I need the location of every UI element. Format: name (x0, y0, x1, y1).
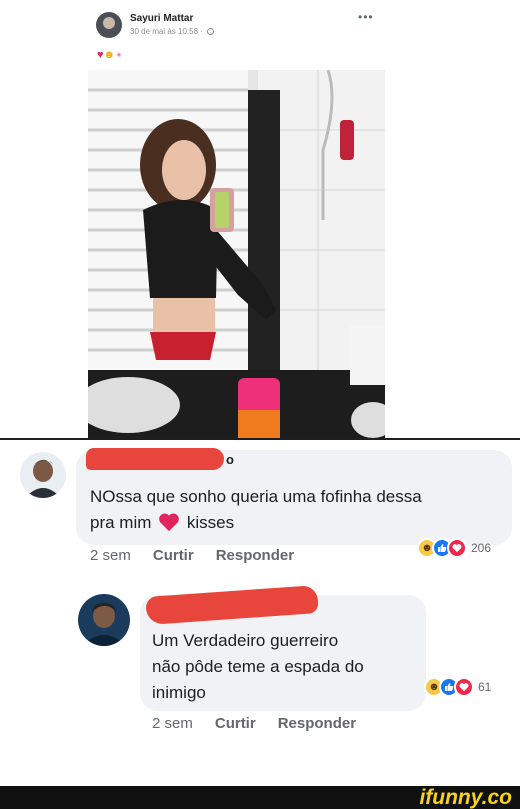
reply-time[interactable]: 2 sem (152, 715, 193, 732)
reply-text-line: inimigo (152, 683, 206, 702)
like-button[interactable]: Curtir (153, 547, 194, 564)
post-author-avatar[interactable] (96, 12, 122, 38)
post-photo[interactable] (88, 70, 385, 438)
more-options-icon[interactable]: ••• (358, 10, 374, 24)
divider (0, 438, 520, 440)
comment-reactions[interactable]: ☻ 206 (417, 537, 491, 559)
avatar-image (20, 452, 66, 498)
reply-reactions[interactable]: ☻ 61 (424, 676, 491, 698)
post-header: Sayuri Mattar 30 de mai às 10:58 · ••• (96, 10, 376, 40)
post-caption-emojis: ♥☻✦ (97, 48, 123, 62)
reply-button[interactable]: Responder (278, 715, 356, 732)
comment-avatar[interactable] (20, 452, 66, 498)
reply-button[interactable]: Responder (216, 547, 294, 564)
post-author-name[interactable]: Sayuri Mattar (130, 13, 193, 24)
reply-text-line: não pôde teme a espada do (152, 657, 364, 676)
footer-bar: ifunny.co (0, 786, 520, 809)
redacted-author-name (86, 448, 224, 470)
blush-emoji-icon: ☻ (103, 49, 116, 61)
sparkle-emoji-icon: ✦ (115, 50, 123, 60)
comment-text-line: NOssa que sonho queria uma fofinha dessa (90, 487, 422, 506)
page: Sayuri Mattar 30 de mai às 10:58 · ••• ♥… (0, 0, 520, 809)
reply-actions: 2 sem Curtir Responder (152, 715, 378, 732)
comment-actions: 2 sem Curtir Responder (90, 547, 316, 564)
reply-text: Um Verdadeiro guerreiro não pôde teme a … (152, 628, 422, 706)
comment-text-part: pra mim (90, 513, 152, 532)
ifunny-logo: ifunny.co (419, 786, 512, 809)
reply-avatar[interactable] (78, 594, 130, 646)
comment-text-part: kisses (182, 513, 235, 532)
post-timestamp[interactable]: 30 de mai às 10:58 · (130, 27, 215, 36)
post-photo-illustration (88, 70, 385, 438)
comment-author-suffix: o (226, 452, 234, 467)
reply-text-line: Um Verdadeiro guerreiro (152, 631, 339, 650)
reaction-count: 61 (478, 680, 492, 694)
reaction-count: 206 (471, 541, 492, 555)
love-reaction-icon (447, 538, 467, 558)
like-button[interactable]: Curtir (215, 715, 256, 732)
post-timestamp-text: 30 de mai às 10:58 · (130, 27, 206, 36)
comment-text: NOssa que sonho queria uma fofinha dessa… (90, 484, 510, 536)
love-reaction-icon (454, 677, 474, 697)
comment-time[interactable]: 2 sem (90, 547, 131, 564)
comment-text-line: pra mim kisses (90, 510, 510, 536)
heart-emoji-icon (159, 513, 179, 532)
globe-icon (207, 28, 215, 36)
avatar-image (78, 594, 130, 646)
